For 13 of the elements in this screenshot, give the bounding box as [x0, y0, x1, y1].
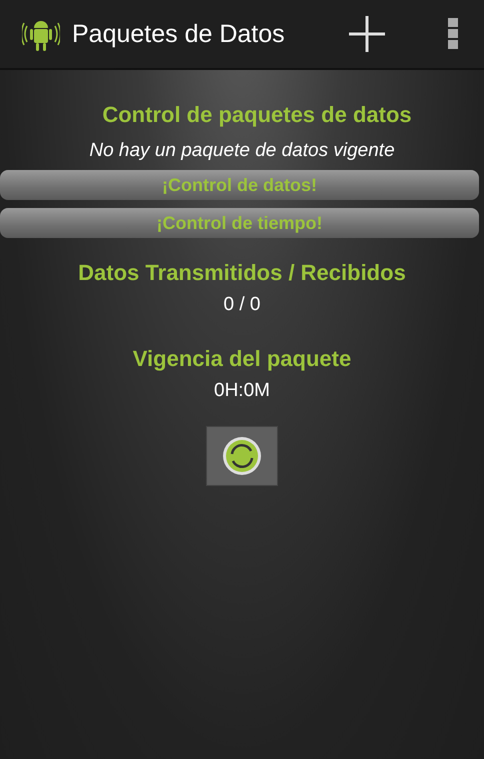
app-title: Paquetes de Datos: [72, 20, 286, 48]
section-value: 0H:0M: [214, 380, 270, 402]
control-button[interactable]: ¡Control de tiempo!: [0, 208, 479, 238]
refresh-button[interactable]: [206, 426, 278, 486]
control-button[interactable]: ¡Control de datos!: [0, 170, 479, 200]
section-heading: Datos Transmitidos / Recibidos: [78, 260, 406, 286]
overflow-menu-icon[interactable]: [448, 18, 458, 50]
section-value: 0 / 0: [224, 294, 260, 316]
section-heading: Vigencia del paquete: [132, 346, 352, 372]
status-text: No hay un paquete de datos vigente: [89, 140, 395, 162]
refresh-icon: [222, 436, 262, 476]
add-icon[interactable]: [348, 15, 386, 53]
section-heading: Control de paquetes de datos: [102, 102, 412, 128]
